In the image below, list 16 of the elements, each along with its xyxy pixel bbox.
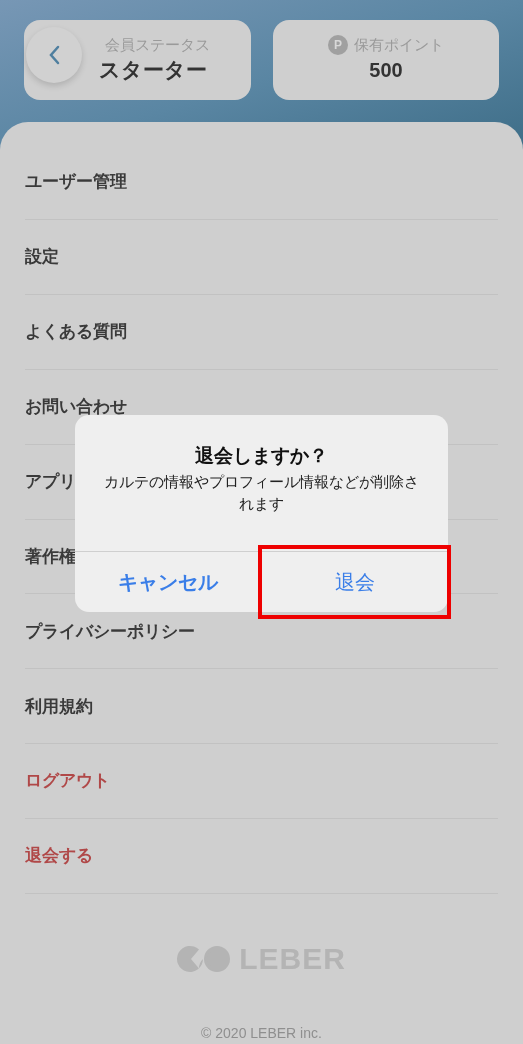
- menu-item[interactable]: ユーザー管理: [25, 169, 127, 195]
- menu-item[interactable]: 設定: [25, 244, 59, 270]
- menu-item[interactable]: 利用規約: [25, 693, 93, 720]
- points-value: 500: [369, 58, 403, 83]
- menu-item[interactable]: お問い合わせ: [25, 393, 127, 420]
- back-icon: [48, 45, 60, 65]
- menu-item[interactable]: よくある質問: [25, 319, 127, 345]
- back-button[interactable]: [26, 27, 82, 83]
- dialog-title: 退会しますか？: [195, 444, 328, 468]
- copyright: © 2020 LEBER inc.: [201, 1024, 322, 1044]
- status-value: スターター: [97, 57, 207, 83]
- menu-item[interactable]: プライバシーポリシー: [25, 618, 195, 645]
- menu-item[interactable]: アプリ: [25, 468, 76, 495]
- points-badge: P: [328, 35, 348, 55]
- menu-item[interactable]: 著作権: [25, 543, 76, 570]
- dialog-message: カルテの情報やプロフィール情報などが削除されます: [103, 472, 420, 514]
